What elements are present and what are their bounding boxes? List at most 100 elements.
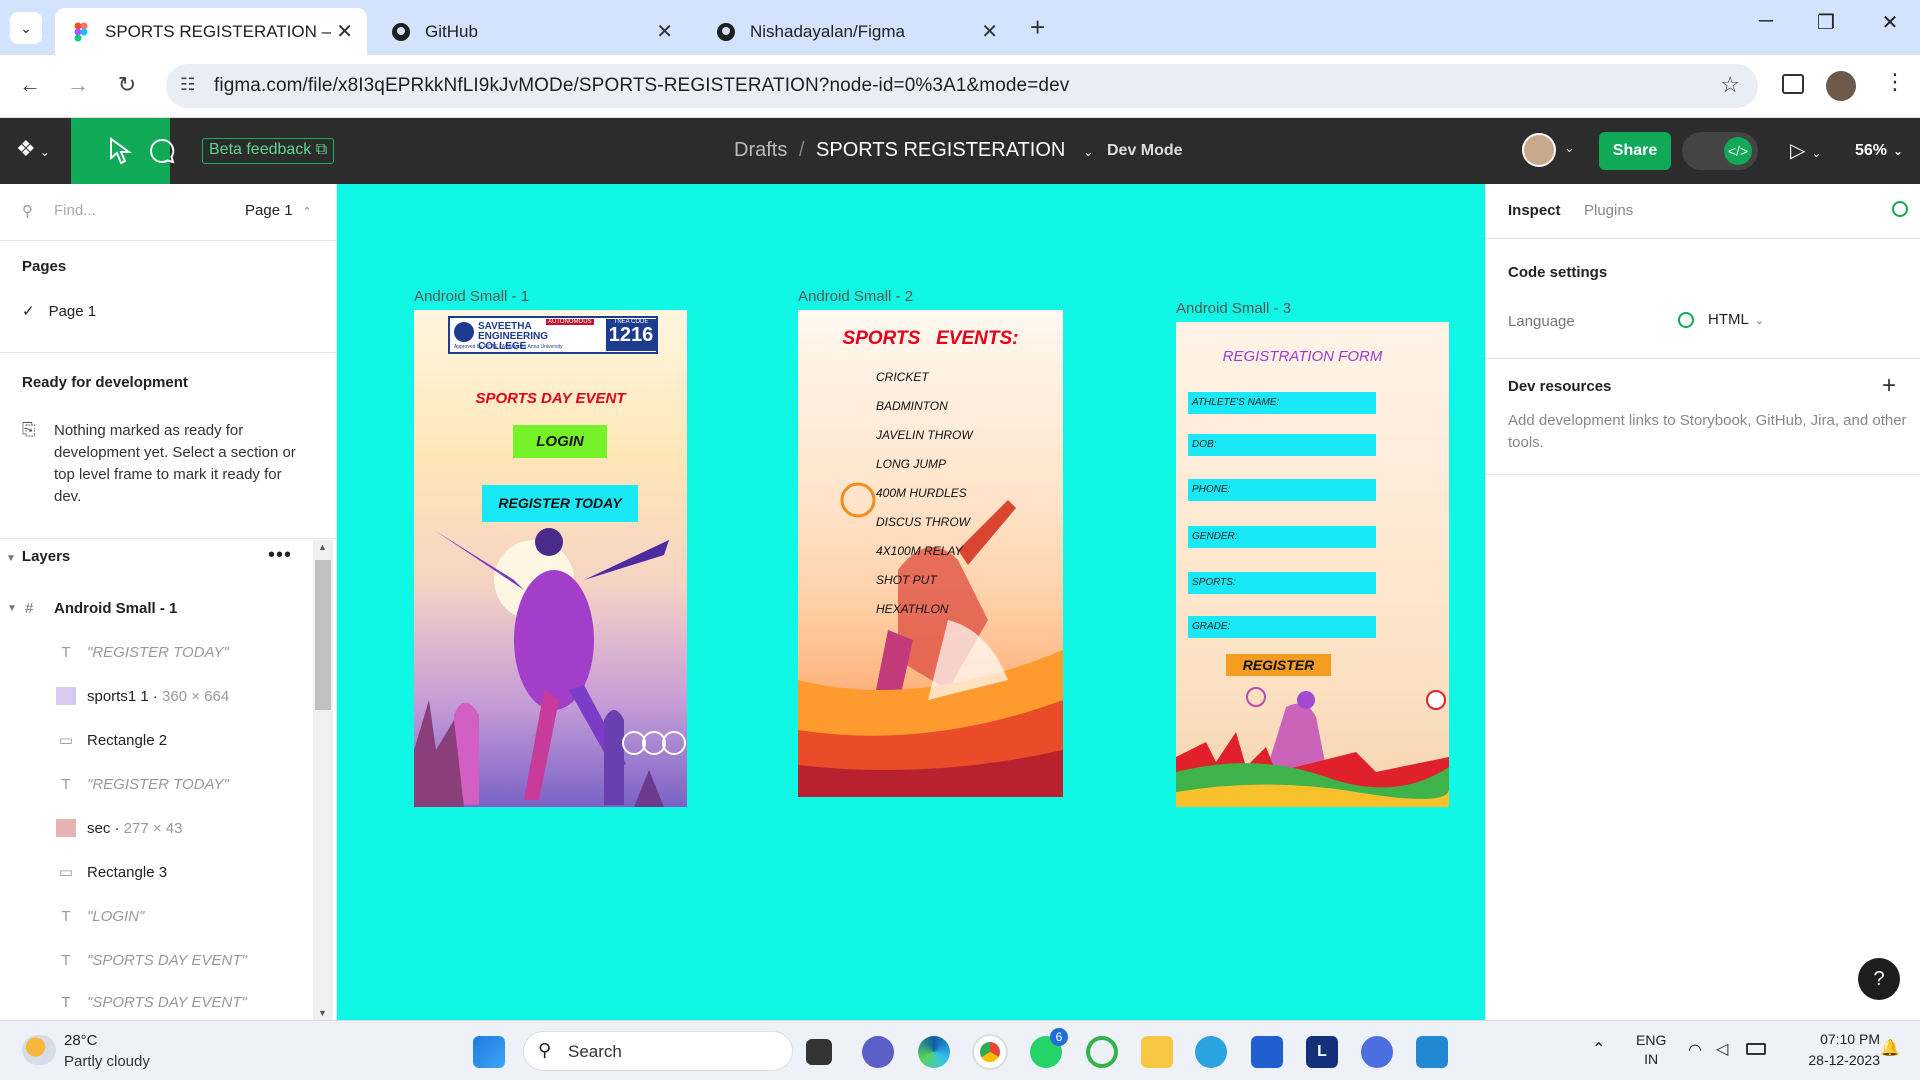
chrome-menu-icon[interactable]: ⋮ xyxy=(1884,69,1906,95)
login-button[interactable]: LOGIN xyxy=(513,425,607,458)
clock-time[interactable]: 07:10 PM xyxy=(1804,1031,1880,1047)
frame-label[interactable]: Android Small - 1 xyxy=(414,288,529,305)
tab-plugins[interactable]: Plugins xyxy=(1584,202,1633,219)
tab-search-button[interactable]: ⌄ xyxy=(10,12,42,44)
side-panel-icon[interactable] xyxy=(1782,74,1804,94)
help-button[interactable]: ? xyxy=(1858,958,1900,1000)
minimize-button[interactable]: ─ xyxy=(1746,10,1786,33)
tab-inspect[interactable]: Inspect xyxy=(1508,202,1561,219)
layer-item[interactable]: T "REGISTER TODAY" xyxy=(0,764,310,804)
tab-figma[interactable]: SPORTS REGISTERATION – Figma ✕ xyxy=(55,8,367,55)
tab-github[interactable]: GitHub ✕ xyxy=(375,8,687,55)
store-icon[interactable] xyxy=(1251,1036,1283,1068)
layer-item[interactable]: T "LOGIN" xyxy=(0,896,310,936)
circle-app-icon[interactable] xyxy=(1086,1036,1118,1068)
breadcrumb-separator: / xyxy=(798,139,805,161)
scroll-down-icon[interactable]: ▼ xyxy=(318,1008,327,1018)
close-window-button[interactable]: ✕ xyxy=(1870,10,1910,35)
ready-title: Ready for development xyxy=(22,374,188,391)
language-indicator[interactable]: ENG IN xyxy=(1636,1031,1666,1069)
close-tab-icon[interactable]: ✕ xyxy=(656,19,673,44)
layer-frame[interactable]: ▼ # Android Small - 1 xyxy=(0,588,310,628)
sports-field[interactable]: SPORTS: xyxy=(1188,572,1376,594)
layer-item[interactable]: T "SPORTS DAY EVENT" xyxy=(0,940,310,980)
clock-date[interactable]: 28-12-2023 xyxy=(1788,1052,1880,1068)
present-icon[interactable]: ▷ ⌄ xyxy=(1790,138,1821,163)
site-settings-icon[interactable]: ☷ xyxy=(180,75,195,95)
tab-github-repo[interactable]: Nishadayalan/Figma ✕ xyxy=(700,8,1012,55)
user-avatar[interactable] xyxy=(1522,133,1556,167)
file-name[interactable]: SPORTS REGISTERATION xyxy=(816,139,1065,161)
chrome-icon[interactable] xyxy=(972,1034,1008,1070)
start-button[interactable] xyxy=(473,1036,505,1068)
dev-mode-toggle[interactable]: </> xyxy=(1682,132,1758,170)
close-tab-icon[interactable]: ✕ xyxy=(336,19,353,44)
edge-icon[interactable] xyxy=(918,1036,950,1068)
phone-field[interactable]: PHONE: xyxy=(1188,479,1376,501)
athlete-name-field[interactable]: ATHLETE'S NAME: xyxy=(1188,392,1376,414)
layer-item[interactable]: T "REGISTER TODAY" xyxy=(0,632,310,672)
layers-title[interactable]: ▼ Layers xyxy=(6,548,70,565)
figma-menu-icon[interactable]: ❖ ⌄ xyxy=(16,136,50,162)
taskbar: 28°C Partly cloudy ⚲ Search 6 L ⌃ ENG IN… xyxy=(0,1020,1920,1080)
reload-button[interactable]: ↻ xyxy=(112,72,142,98)
layer-item[interactable]: sec · 277 × 43 xyxy=(0,808,310,848)
scroll-up-icon[interactable]: ▲ xyxy=(318,542,327,552)
layers-scrollbar[interactable]: ▲ ▼ xyxy=(313,540,333,1020)
search-box[interactable]: ⚲ Search xyxy=(523,1031,793,1071)
register-today-button[interactable]: REGISTER TODAY xyxy=(482,485,638,522)
layer-item[interactable]: ▭ Rectangle 2 xyxy=(0,720,310,760)
more-options-icon[interactable]: ••• xyxy=(268,544,292,567)
add-resource-icon[interactable]: + xyxy=(1882,372,1896,400)
page-select[interactable]: Page 1 ⌃ xyxy=(245,202,312,219)
grade-field[interactable]: GRADE: xyxy=(1188,616,1376,638)
volume-icon[interactable]: ◁ xyxy=(1716,1039,1728,1059)
back-button[interactable]: ← xyxy=(15,72,45,98)
weather-icon[interactable] xyxy=(22,1035,56,1065)
file-explorer-icon[interactable] xyxy=(1141,1036,1173,1068)
url-text[interactable]: figma.com/file/x8I3qEPRkkNfLI9kJvMODe/SP… xyxy=(214,75,1069,97)
layer-item[interactable]: sports1 1 · 360 × 664 xyxy=(0,676,310,716)
task-view-icon[interactable] xyxy=(806,1039,832,1065)
find-input[interactable]: Find... xyxy=(54,202,96,219)
close-tab-icon[interactable]: ✕ xyxy=(981,19,998,44)
scrollbar-thumb[interactable] xyxy=(315,560,331,710)
l-app-icon[interactable]: L xyxy=(1306,1036,1338,1068)
frame-android-small-3[interactable]: REGISTRATION FORM ATHLETE'S NAME: DOB: P… xyxy=(1176,322,1449,807)
layer-item[interactable]: T "SPORTS DAY EVENT" xyxy=(0,982,310,1022)
new-tab-button[interactable]: + xyxy=(1030,12,1045,43)
beta-feedback-button[interactable]: Beta feedback ⧉ xyxy=(202,138,335,164)
dev-resources-text: Add development links to Storybook, GitH… xyxy=(1508,412,1907,451)
arc-app-icon[interactable] xyxy=(1361,1036,1393,1068)
layer-item[interactable]: ▭ Rectangle 3 xyxy=(0,852,310,892)
zoom-level[interactable]: 56% ⌄ xyxy=(1855,142,1903,160)
frame-android-small-2[interactable]: SPORTS EVENTS: CRICKET BADMINTON JAVELIN… xyxy=(798,310,1063,797)
telegram-icon[interactable] xyxy=(1195,1036,1227,1068)
chevron-up-icon[interactable]: ⌃ xyxy=(1592,1039,1605,1059)
design-canvas[interactable]: Android Small - 1 SAVEETHA ENGINEERING C… xyxy=(337,184,1485,1020)
comment-icon[interactable] xyxy=(148,137,176,165)
notification-bell-icon[interactable]: 🔔 xyxy=(1880,1038,1900,1058)
wifi-icon[interactable]: ◠ xyxy=(1688,1040,1702,1060)
image-icon xyxy=(56,819,76,837)
frame-android-small-1[interactable]: SAVEETHA ENGINEERING COLLEGE AUTONOMOUS … xyxy=(414,310,687,807)
forward-button[interactable]: → xyxy=(63,72,93,98)
frame-label[interactable]: Android Small - 3 xyxy=(1176,300,1291,317)
restore-button[interactable]: ❐ xyxy=(1806,10,1846,35)
chevron-down-icon[interactable]: ⌄ xyxy=(1564,140,1575,156)
figma-icon xyxy=(74,22,88,41)
check-icon: ✓ xyxy=(22,303,35,320)
battery-icon[interactable] xyxy=(1746,1043,1766,1055)
gender-field[interactable]: GENDER: xyxy=(1188,526,1376,548)
language-select[interactable]: HTML ⌄ xyxy=(1678,311,1764,329)
teams-icon[interactable] xyxy=(862,1036,894,1068)
dob-field[interactable]: DOB: xyxy=(1188,434,1376,456)
bookmark-star-icon[interactable]: ☆ xyxy=(1720,72,1740,98)
vscode-icon[interactable] xyxy=(1416,1036,1448,1068)
share-button[interactable]: Share xyxy=(1599,132,1671,170)
profile-avatar[interactable] xyxy=(1826,71,1856,101)
breadcrumb-drafts[interactable]: Drafts xyxy=(734,139,787,161)
chevron-down-icon[interactable]: ⌄ xyxy=(1083,144,1094,159)
frame-label[interactable]: Android Small - 2 xyxy=(798,288,913,305)
page-item[interactable]: ✓ Page 1 xyxy=(22,302,96,320)
